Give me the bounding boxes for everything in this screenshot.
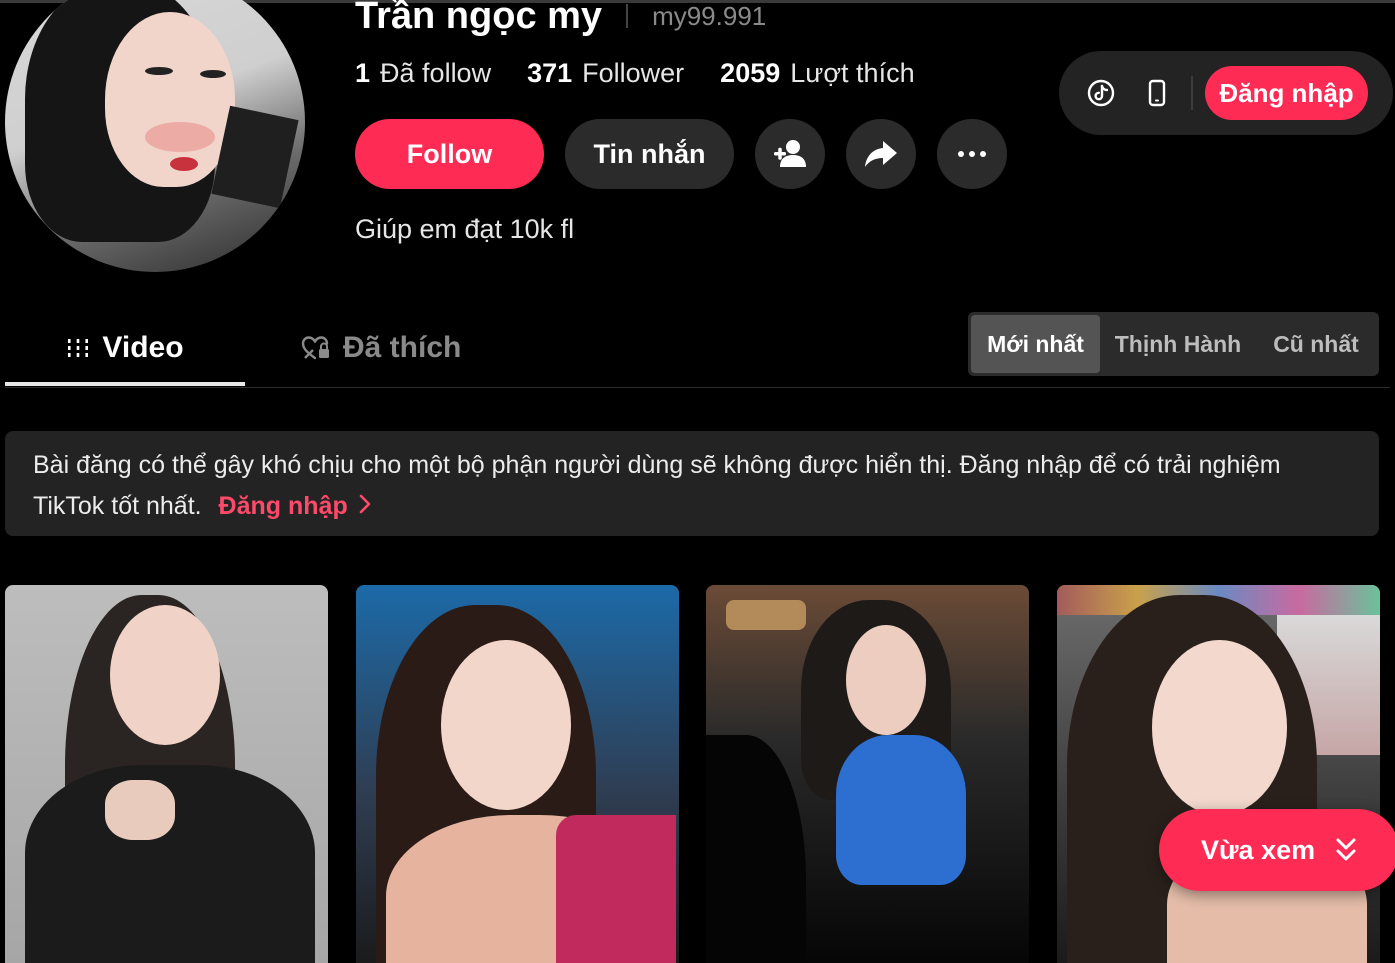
share-button[interactable]: [846, 119, 916, 189]
stat-following-label: Đã follow: [380, 58, 492, 88]
more-dots-icon: [958, 151, 986, 157]
tiktok-logo-button[interactable]: [1073, 65, 1129, 121]
share-arrow-icon: [865, 141, 897, 167]
profile-actions: Follow Tin nhắn: [355, 119, 1007, 189]
tab-liked[interactable]: Đã thích: [301, 310, 461, 386]
follow-button[interactable]: Follow: [355, 119, 544, 189]
avatar-eye: [200, 70, 226, 78]
sort-option-oldest[interactable]: Cũ nhất: [1256, 315, 1376, 373]
pill-divider: [1191, 76, 1193, 110]
header-login-pill: Đăng nhập: [1059, 51, 1393, 135]
video-thumbnail-face: [110, 605, 220, 745]
double-chevron-down-icon: [1336, 838, 1356, 861]
stat-likes-value: 2059: [720, 58, 781, 88]
profile-stats: 1 Đã follow 371 Follower 2059 Lượt thích: [355, 58, 915, 89]
stat-followers-value: 371: [527, 58, 573, 88]
content-notice-banner: Bài đăng có thể gây khó chịu cho một bộ …: [5, 431, 1379, 536]
grid-lines-icon: [66, 336, 90, 360]
sort-option-newest[interactable]: Mới nhất: [971, 315, 1100, 373]
username: my99.991: [652, 0, 767, 31]
sort-option-popular[interactable]: Thịnh Hành: [1100, 315, 1256, 373]
recently-viewed-label: Vừa xem: [1201, 834, 1316, 865]
tab-liked-label: Đã thích: [343, 331, 462, 364]
stat-likes-label: Lượt thích: [790, 58, 915, 88]
display-name: Trần ngọc my: [355, 0, 603, 37]
video-card[interactable]: [1057, 585, 1380, 963]
avatar[interactable]: [5, 0, 305, 272]
video-thumbnail-shelf: [726, 600, 806, 630]
title-divider: [626, 4, 629, 28]
profile-title-row: Trần ngọc my my99.991: [355, 0, 766, 44]
heart-locked-icon: [301, 334, 331, 362]
add-friend-button[interactable]: [755, 119, 825, 189]
more-button[interactable]: [937, 119, 1007, 189]
avatar-eye: [145, 67, 173, 75]
video-thumbnail-clothing: [836, 735, 966, 885]
person-add-icon: [774, 140, 806, 167]
video-thumbnail-clothing: [556, 815, 676, 963]
tab-active-indicator: [5, 382, 245, 386]
message-button[interactable]: Tin nhắn: [565, 119, 734, 189]
stat-followers[interactable]: 371 Follower: [527, 58, 684, 89]
video-thumbnail-hand: [105, 780, 175, 840]
phone-icon: [1148, 79, 1166, 107]
get-app-button[interactable]: [1129, 65, 1185, 121]
video-grid: [5, 585, 1380, 963]
tiktok-logo-icon: [1087, 79, 1115, 107]
stat-following[interactable]: 1 Đã follow: [355, 58, 491, 89]
tab-video[interactable]: Video: [5, 310, 245, 386]
chevron-right-icon: [358, 487, 372, 528]
video-card[interactable]: [356, 585, 679, 963]
video-thumbnail-face: [441, 640, 571, 810]
video-thumbnail-face: [846, 625, 926, 735]
video-card[interactable]: [706, 585, 1029, 963]
video-card[interactable]: [5, 585, 328, 963]
stat-followers-label: Follower: [582, 58, 685, 88]
sort-segmented-control: Mới nhất Thịnh Hành Cũ nhất: [968, 312, 1379, 376]
avatar-cheek: [145, 122, 215, 152]
header-login-button[interactable]: Đăng nhập: [1205, 66, 1368, 120]
tab-video-label: Video: [102, 331, 184, 364]
profile-page: Trần ngọc my my99.991 1 Đã follow 371 Foll…: [0, 0, 1395, 963]
stat-following-value: 1: [355, 58, 371, 88]
video-thumbnail-foreground: [706, 735, 806, 963]
notice-login-link[interactable]: Đăng nhập: [219, 492, 372, 520]
avatar-lips: [170, 157, 198, 171]
notice-login-link-label: Đăng nhập: [218, 492, 348, 520]
profile-bio: Giúp em đạt 10k fl: [355, 214, 575, 244]
stat-likes: 2059 Lượt thích: [720, 58, 914, 89]
recently-viewed-button[interactable]: Vừa xem: [1159, 809, 1395, 891]
video-thumbnail-face: [1152, 640, 1287, 815]
